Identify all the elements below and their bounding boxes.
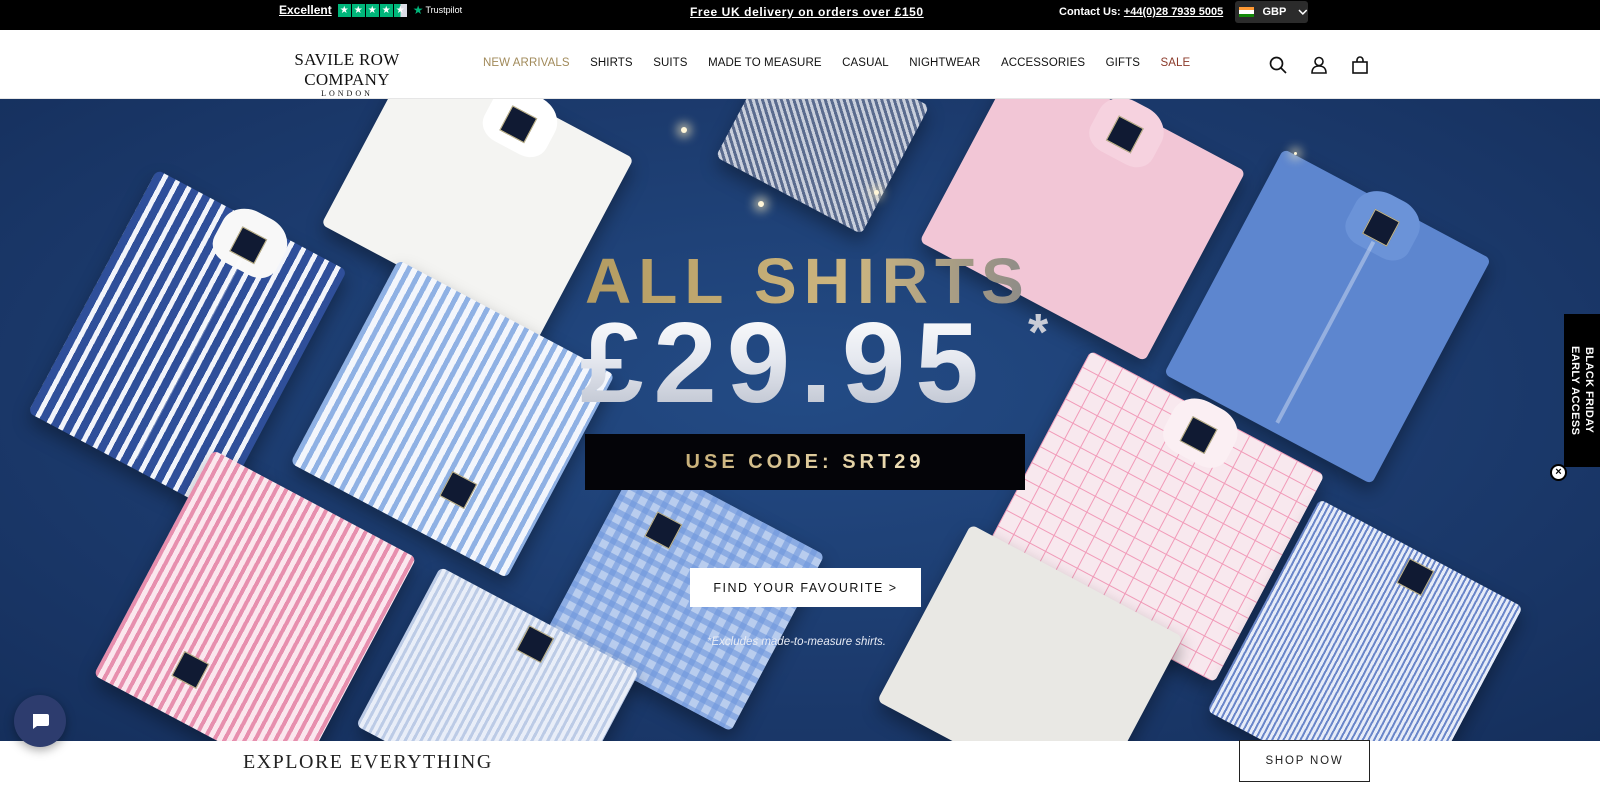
contact-phone-link[interactable]: +44(0)28 7939 5005 [1124,6,1223,18]
chevron-down-icon [1298,9,1308,15]
nav-nightwear[interactable]: NIGHTWEAR [909,57,980,69]
shirt-image [715,99,930,235]
nav-new-arrivals[interactable]: NEW ARRIVALS [483,57,570,69]
trustpilot-logo: ★ Trustpilot [413,3,462,17]
trustpilot-rating-label[interactable]: Excellent [279,3,332,17]
nav-shirts[interactable]: SHIRTS [590,57,633,69]
trustpilot-widget[interactable]: Excellent ★ ★ ★ ★ ★ ★ Trustpilot [279,3,462,17]
logo-wordmark: SAVILE ROW COMPANY [294,50,400,89]
sparkle [874,190,879,195]
black-friday-tab-text: BLACK FRIDAY EARLY ACCESS [1568,346,1596,435]
logo-subtitle: LONDON [321,89,373,98]
nav-casual[interactable]: CASUAL [842,57,889,69]
contact-info: Contact Us: +44(0)28 7939 5005 [1059,6,1223,18]
sparkle [681,127,687,133]
black-friday-early-access-tab[interactable]: BLACK FRIDAY EARLY ACCESS [1564,314,1600,467]
main-nav: NEW ARRIVALS SHIRTS SUITS MADE TO MEASUR… [483,57,1211,69]
sparkle [1294,152,1297,155]
search-icon[interactable] [1268,55,1288,75]
black-friday-tab-line2: EARLY ACCESS [1569,345,1581,436]
star-icon: ★ [365,3,379,17]
account-icon[interactable] [1309,55,1329,75]
top-bar: Excellent ★ ★ ★ ★ ★ ★ Trustpilot Free UK… [0,0,1600,30]
nav-sale[interactable]: SALE [1161,57,1191,69]
close-icon[interactable]: × [1550,464,1567,481]
explore-heading: EXPLORE EVERYTHING [243,751,493,773]
star-icon: ★ [337,3,351,17]
nav-gifts[interactable]: GIFTS [1106,57,1140,69]
hero-price-asterisk: * [1028,304,1049,362]
nav-accessories[interactable]: ACCESSORIES [1001,57,1085,69]
star-icon: ★ [379,3,393,17]
chat-bubble-icon [33,714,49,729]
hero-banner[interactable]: ALL SHIRTS £29.95 * USE CODE: SRT29 FIND… [0,99,1600,741]
trustpilot-star-icon: ★ [412,3,424,17]
promo-code-text: USE CODE: SRT29 [685,450,925,473]
free-delivery-link[interactable]: Free UK delivery on orders over £150 [690,5,924,19]
black-friday-tab-line1: BLACK FRIDAY [1583,347,1595,434]
hero-price: £29.95 [580,300,989,427]
sparkle [758,201,764,207]
explore-section: EXPLORE EVERYTHING SHOP NOW [0,740,1600,801]
flag-icon [1239,7,1255,17]
nav-made-to-measure[interactable]: MADE TO MEASURE [708,57,822,69]
star-icon: ★ [351,3,365,17]
currency-selector[interactable]: GBP [1235,1,1308,23]
find-your-favourite-button[interactable]: FIND YOUR FAVOURITE > [690,568,921,607]
site-logo[interactable]: SAVILE ROW COMPANY LONDON [254,50,440,98]
shop-now-button[interactable]: SHOP NOW [1239,740,1370,782]
shopping-bag-icon[interactable] [1350,55,1370,75]
chat-widget-button[interactable] [14,695,66,747]
site-header: SAVILE ROW COMPANY LONDON NEW ARRIVALS S… [0,30,1600,99]
currency-value: GBP [1262,6,1287,18]
trustpilot-brand-text: Trustpilot [425,5,463,15]
star-half-icon: ★ [393,3,407,17]
nav-suits[interactable]: SUITS [653,57,687,69]
exclusion-note: *Excludes made-to-measure shirts. [707,636,886,648]
promo-code-band: USE CODE: SRT29 [585,434,1025,490]
contact-label: Contact Us: [1059,6,1121,18]
trustpilot-stars: ★ ★ ★ ★ ★ [337,3,407,17]
